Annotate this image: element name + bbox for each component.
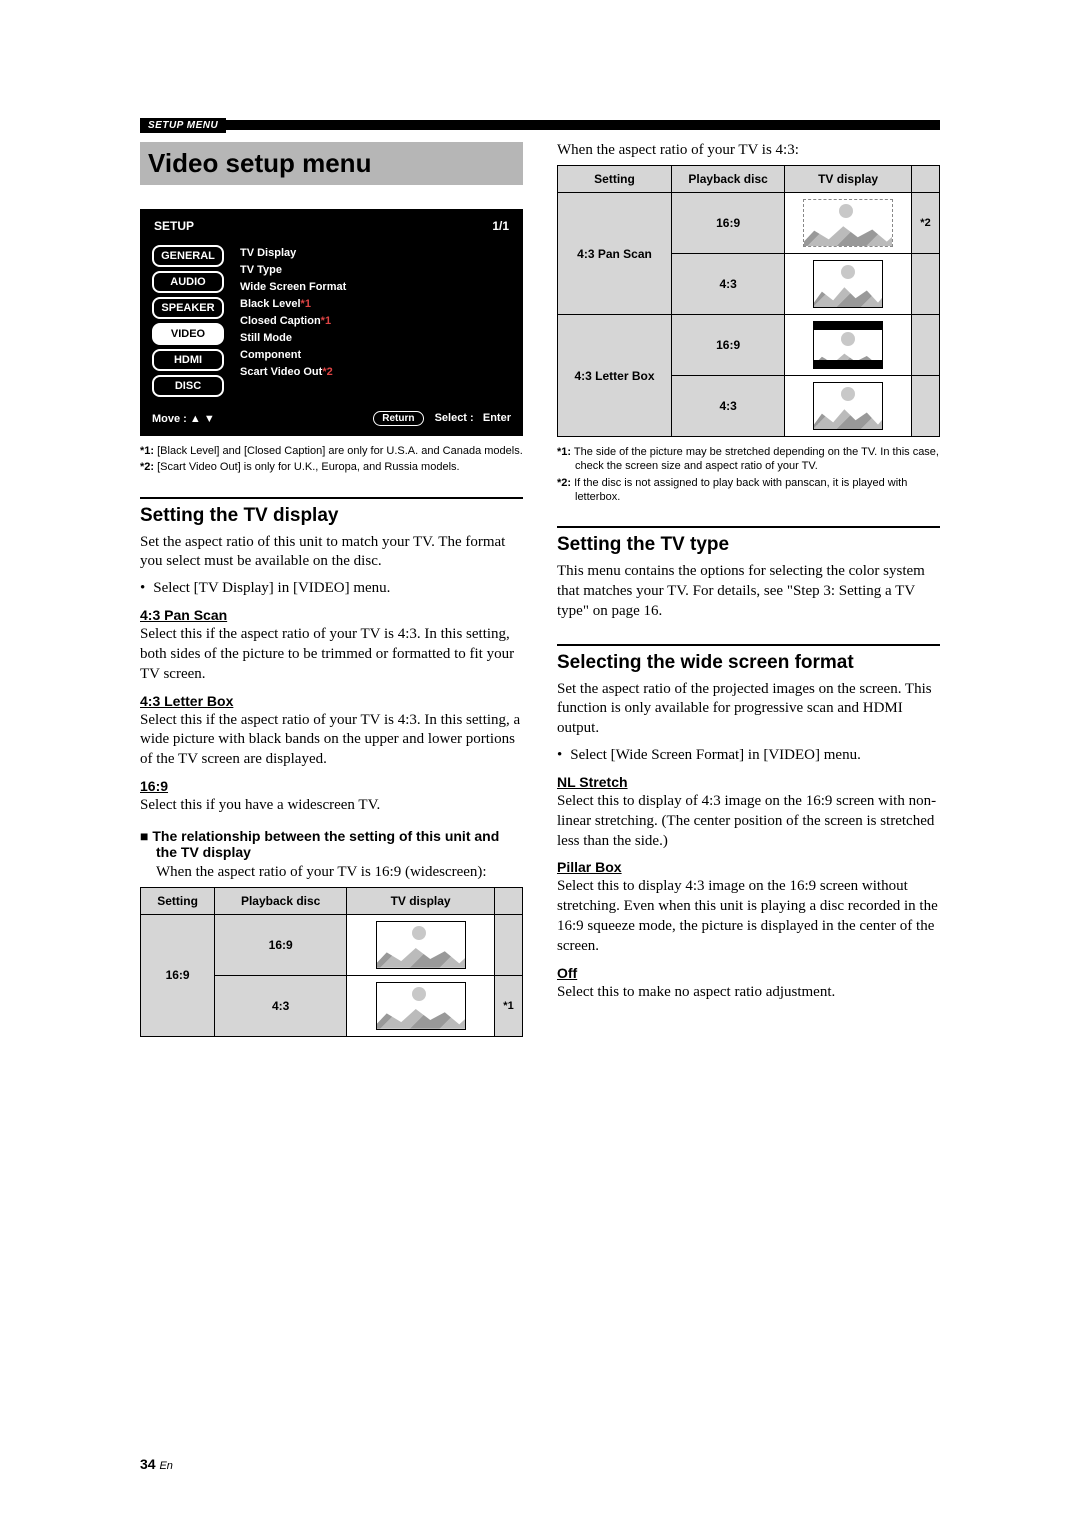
body-text: Select this if you have a widescreen TV. — [140, 796, 523, 816]
tab-disc[interactable]: DISC — [152, 375, 224, 397]
footnote: *2: If the disc is not assigned to play … — [557, 476, 940, 505]
setup-title: SETUP — [154, 219, 194, 233]
h2-tv-type: Setting the TV type — [557, 534, 940, 556]
setup-panel: SETUP 1/1 GENERAL AUDIO SPEAKER VIDEO HD… — [140, 209, 523, 436]
body-text: This menu contains the options for selec… — [557, 562, 940, 621]
menu-item[interactable]: TV Display — [240, 247, 346, 259]
page-title-band: Video setup menu — [140, 142, 523, 185]
page-title: Video setup menu — [148, 148, 515, 179]
menu-item[interactable]: Scart Video Out*2 — [240, 366, 346, 378]
setup-page: 1/1 — [492, 219, 509, 233]
page-number: 34 En — [140, 1456, 173, 1472]
body-text: Set the aspect ratio of the projected im… — [557, 680, 940, 739]
select-label: Select : — [435, 412, 474, 424]
h4-relationship: The relationship between the setting of … — [140, 828, 523, 860]
body-text: Select this if the aspect ratio of your … — [140, 711, 523, 770]
h3-pillar-box: Pillar Box — [557, 859, 940, 875]
body-text: Set the aspect ratio of this unit to mat… — [140, 533, 523, 573]
table-169: Setting Playback disc TV display 16:9 16… — [140, 887, 523, 1037]
menu-item[interactable]: Wide Screen Format — [240, 281, 346, 293]
body-text: Select this to display 4:3 image on the … — [557, 877, 940, 956]
menu-item[interactable]: Closed Caption*1 — [240, 315, 346, 327]
menu-item[interactable]: Still Mode — [240, 332, 346, 344]
h3-pan-scan: 4:3 Pan Scan — [140, 607, 523, 623]
breadcrumb: SETUP MENU — [140, 118, 226, 133]
h3-letter-box: 4:3 Letter Box — [140, 693, 523, 709]
h2-wide-screen: Selecting the wide screen format — [557, 652, 940, 674]
table-43: Setting Playback disc TV display 4:3 Pan… — [557, 165, 940, 437]
enter-label: Enter — [483, 412, 511, 424]
bullet: Select [Wide Screen Format] in [VIDEO] m… — [557, 747, 940, 764]
h3-169: 16:9 — [140, 778, 523, 794]
return-button[interactable]: Return — [373, 411, 423, 426]
footnote: *1: [Black Level] and [Closed Caption] a… — [140, 444, 523, 458]
menu-item[interactable]: Component — [240, 349, 346, 361]
menu-item[interactable]: TV Type — [240, 264, 346, 276]
tab-audio[interactable]: AUDIO — [152, 271, 224, 293]
body-text: When the aspect ratio of your TV is 16:9… — [156, 864, 523, 881]
move-label: Move : — [152, 413, 187, 425]
tab-video[interactable]: VIDEO — [152, 323, 224, 345]
body-text: Select this if the aspect ratio of your … — [140, 625, 523, 684]
menu-item[interactable]: Black Level*1 — [240, 298, 346, 310]
body-text: When the aspect ratio of your TV is 4:3: — [557, 142, 940, 159]
footnote: *1: The side of the picture may be stret… — [557, 445, 940, 474]
footnote: *2: [Scart Video Out] is only for U.K., … — [140, 460, 523, 474]
tab-general[interactable]: GENERAL — [152, 245, 224, 267]
h3-off: Off — [557, 965, 940, 981]
tab-hdmi[interactable]: HDMI — [152, 349, 224, 371]
tab-speaker[interactable]: SPEAKER — [152, 297, 224, 319]
body-text: Select this to display of 4:3 image on t… — [557, 792, 940, 851]
h3-nl-stretch: NL Stretch — [557, 774, 940, 790]
h2-tv-display: Setting the TV display — [140, 505, 523, 527]
body-text: Select this to make no aspect ratio adju… — [557, 983, 940, 1003]
bullet: Select [TV Display] in [VIDEO] menu. — [140, 580, 523, 597]
